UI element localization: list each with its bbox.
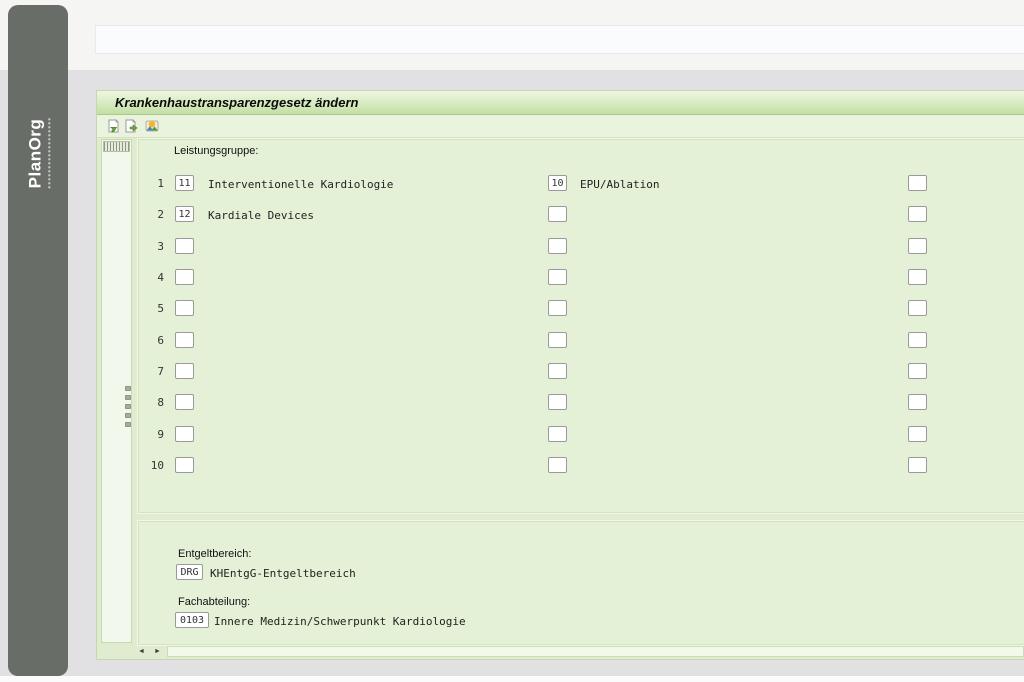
leistungsgruppe-row: 2 Kardiale Devices [138, 206, 1024, 222]
leistungsgruppe-code-input[interactable] [908, 206, 927, 222]
row-number: 9 [140, 428, 164, 441]
leistungsgruppe-code-input[interactable] [908, 457, 927, 473]
toolbar [97, 115, 1024, 138]
leistungsgruppe-code-input[interactable] [548, 206, 567, 222]
leistungsgruppe-code-input[interactable] [908, 394, 927, 410]
leistungsgruppe-code-input[interactable] [548, 175, 567, 191]
leistungsgruppe-code-input[interactable] [908, 238, 927, 254]
splitter-handle[interactable] [125, 386, 130, 424]
entgeltbereich-code-input[interactable] [176, 564, 203, 580]
leistungsgruppe-text: Kardiale Devices [208, 209, 314, 222]
leistungsgruppe-code-input[interactable] [908, 426, 927, 442]
fachabteilung-code-input[interactable] [175, 612, 209, 628]
fachabteilung-label: Fachabteilung: [178, 596, 250, 608]
document-back-icon[interactable] [106, 119, 120, 133]
scroll-left-icon[interactable]: ◄ [135, 647, 148, 657]
leistungsgruppe-row: 6 [138, 332, 1024, 348]
row-number: 6 [140, 334, 164, 347]
fachabteilung-text: Innere Medizin/Schwerpunkt Kardiologie [214, 615, 466, 628]
horizontal-scrollbar-track[interactable] [167, 646, 1024, 657]
leistungsgruppe-text: Interventionelle Kardiologie [208, 178, 393, 191]
row-number: 1 [140, 177, 164, 190]
leistungsgruppe-code-input[interactable] [175, 269, 194, 285]
leistungsgruppe-code-input[interactable] [548, 300, 567, 316]
leistungsgruppe-code-input[interactable] [175, 300, 194, 316]
leistungsgruppe-code-input[interactable] [908, 300, 927, 316]
app-window: PlanOrg Krankenhaustransparenzgesetz änd… [0, 0, 1024, 682]
leistungsgruppe-code-input[interactable] [908, 269, 927, 285]
leistungsgruppe-text: EPU/Ablation [580, 178, 659, 191]
scrollbar-thumb[interactable] [103, 141, 130, 152]
image-icon[interactable] [145, 119, 159, 133]
sidebar: PlanOrg [8, 5, 68, 676]
leistungsgruppe-row: 3 [138, 238, 1024, 254]
planorg-logo-text: PlanOrg [26, 118, 51, 188]
leistungsgruppe-code-input[interactable] [175, 332, 194, 348]
window-title: Krankenhaustransparenzgesetz ändern [115, 95, 358, 110]
leistungsgruppe-code-input[interactable] [908, 363, 927, 379]
leistungsgruppe-code-input[interactable] [175, 363, 194, 379]
entgelt-fach-panel: Entgeltbereich: KHEntgG-Entgeltbereich F… [137, 520, 1024, 646]
main-panel: Krankenhaustransparenzgesetz ändern [96, 90, 1024, 660]
window-titlebar: Krankenhaustransparenzgesetz ändern [97, 91, 1024, 115]
leistungsgruppe-code-input[interactable] [548, 457, 567, 473]
horizontal-scrollbar: ◄ ► [133, 646, 1024, 658]
row-number: 3 [140, 240, 164, 253]
page-bottom-strip [0, 676, 1024, 682]
document-forward-icon[interactable] [124, 119, 138, 133]
row-number: 7 [140, 365, 164, 378]
row-number: 2 [140, 208, 164, 221]
leistungsgruppe-code-input[interactable] [175, 457, 194, 473]
row-number: 5 [140, 302, 164, 315]
row-number: 4 [140, 271, 164, 284]
leistungsgruppe-label: Leistungsgruppe: [174, 145, 258, 157]
leistungsgruppe-row: 4 [138, 269, 1024, 285]
entgeltbereich-text: KHEntgG-Entgeltbereich [210, 567, 356, 580]
leistungsgruppe-row: 8 [138, 394, 1024, 410]
leistungsgruppe-code-input[interactable] [548, 426, 567, 442]
leistungsgruppe-code-input[interactable] [175, 426, 194, 442]
header-inset-panel [95, 25, 1024, 54]
leistungsgruppe-code-input[interactable] [548, 238, 567, 254]
leistungsgruppe-row: 7 [138, 363, 1024, 379]
leistungsgruppe-code-input[interactable] [908, 175, 927, 191]
leistungsgruppe-code-input[interactable] [548, 394, 567, 410]
leistungsgruppe-row: 1 Interventionelle Kardiologie EPU/Ablat… [138, 175, 1024, 191]
leistungsgruppe-panel: Leistungsgruppe: 1 Interventionelle Kard… [137, 138, 1024, 514]
leistungsgruppe-code-input[interactable] [175, 206, 194, 222]
row-number: 10 [140, 459, 164, 472]
entgeltbereich-label: Entgeltbereich: [178, 548, 251, 560]
leistungsgruppe-code-input[interactable] [548, 332, 567, 348]
leistungsgruppe-row: 5 [138, 300, 1024, 316]
planorg-logo: PlanOrg [8, 103, 68, 203]
leistungsgruppe-code-input[interactable] [175, 238, 194, 254]
leistungsgruppe-code-input[interactable] [548, 269, 567, 285]
leistungsgruppe-row: 10 [138, 457, 1024, 473]
leistungsgruppe-code-input[interactable] [548, 363, 567, 379]
leistungsgruppe-code-input[interactable] [175, 394, 194, 410]
leistungsgruppe-code-input[interactable] [175, 175, 194, 191]
leistungsgruppe-row: 9 [138, 426, 1024, 442]
row-number: 8 [140, 396, 164, 409]
scroll-right-icon[interactable]: ► [151, 647, 164, 657]
leistungsgruppe-code-input[interactable] [908, 332, 927, 348]
